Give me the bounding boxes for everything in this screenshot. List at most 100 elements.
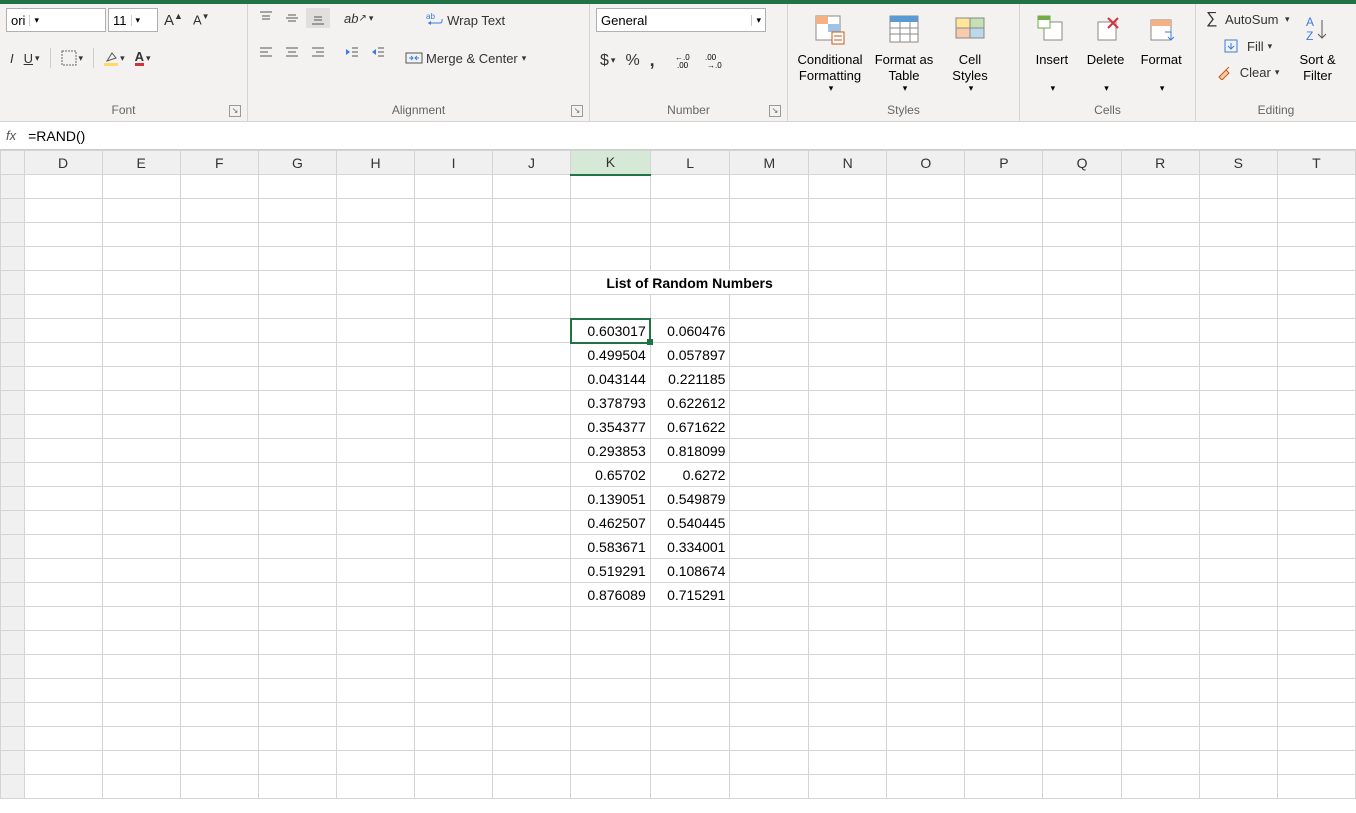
borders-button[interactable]: ▾ — [57, 48, 88, 68]
cell-P20[interactable] — [965, 631, 1043, 655]
cell-P13[interactable] — [965, 463, 1043, 487]
cell-G10[interactable] — [258, 391, 336, 415]
cell-F11[interactable] — [180, 415, 258, 439]
cell-R18[interactable] — [1121, 583, 1199, 607]
cell-O18[interactable] — [887, 583, 965, 607]
cell-M23[interactable] — [730, 703, 809, 727]
format-button[interactable]: Format▾ — [1133, 8, 1189, 96]
cell-E5[interactable] — [102, 271, 180, 295]
cell-E2[interactable] — [102, 199, 180, 223]
cell-H1[interactable] — [336, 175, 414, 199]
cell-T18[interactable] — [1277, 583, 1355, 607]
cell-P6[interactable] — [965, 295, 1043, 319]
cell-O25[interactable] — [887, 751, 965, 775]
cell-F8[interactable] — [180, 343, 258, 367]
column-header-T[interactable]: T — [1277, 151, 1355, 175]
column-header-O[interactable]: O — [887, 151, 965, 175]
cell-J18[interactable] — [493, 583, 571, 607]
cell-D1[interactable] — [24, 175, 102, 199]
cell-D4[interactable] — [24, 247, 102, 271]
cell-J14[interactable] — [493, 487, 571, 511]
cell-H12[interactable] — [336, 439, 414, 463]
cell-D15[interactable] — [24, 511, 102, 535]
cell-F9[interactable] — [180, 367, 258, 391]
cell-P9[interactable] — [965, 367, 1043, 391]
cell-H19[interactable] — [336, 607, 414, 631]
cell-M6[interactable] — [730, 295, 809, 319]
italic-button[interactable]: I — [6, 49, 18, 68]
align-top-button[interactable] — [254, 8, 278, 28]
column-header-N[interactable]: N — [809, 151, 887, 175]
cell-M12[interactable] — [730, 439, 809, 463]
cell-J11[interactable] — [493, 415, 571, 439]
cell-T14[interactable] — [1277, 487, 1355, 511]
cell-S2[interactable] — [1199, 199, 1277, 223]
cell-H6[interactable] — [336, 295, 414, 319]
comma-format-button[interactable]: , — [646, 48, 659, 73]
cell-N7[interactable] — [809, 319, 887, 343]
cell-K17[interactable]: 0.519291 — [571, 559, 651, 583]
cell-I26[interactable] — [415, 775, 493, 799]
cell-T15[interactable] — [1277, 511, 1355, 535]
autosum-button[interactable]: ∑ AutoSum ▾ — [1202, 8, 1294, 30]
cell-D25[interactable] — [24, 751, 102, 775]
cell-Q4[interactable] — [1043, 247, 1121, 271]
cell-O26[interactable] — [887, 775, 965, 799]
cell-K3[interactable] — [571, 223, 651, 247]
cell-I23[interactable] — [415, 703, 493, 727]
font-launcher[interactable]: ↘ — [229, 105, 241, 117]
cell-H26[interactable] — [336, 775, 414, 799]
align-bottom-button[interactable] — [306, 8, 330, 28]
cell-L20[interactable] — [650, 631, 730, 655]
cell-N20[interactable] — [809, 631, 887, 655]
cell-J26[interactable] — [493, 775, 571, 799]
cell-P18[interactable] — [965, 583, 1043, 607]
cell-T3[interactable] — [1277, 223, 1355, 247]
cell-E15[interactable] — [102, 511, 180, 535]
cell-E1[interactable] — [102, 175, 180, 199]
cell-T21[interactable] — [1277, 655, 1355, 679]
cell-S3[interactable] — [1199, 223, 1277, 247]
cell-Q8[interactable] — [1043, 343, 1121, 367]
cell-P11[interactable] — [965, 415, 1043, 439]
cell-T19[interactable] — [1277, 607, 1355, 631]
cell-P4[interactable] — [965, 247, 1043, 271]
cell-L8[interactable]: 0.057897 — [650, 343, 730, 367]
cell-K1[interactable] — [571, 175, 651, 199]
cell-G18[interactable] — [258, 583, 336, 607]
cell-K5[interactable]: List of Random Numbers — [571, 271, 809, 295]
cell-K14[interactable]: 0.139051 — [571, 487, 651, 511]
cell-Q15[interactable] — [1043, 511, 1121, 535]
cell-G23[interactable] — [258, 703, 336, 727]
cell-P25[interactable] — [965, 751, 1043, 775]
cell-O12[interactable] — [887, 439, 965, 463]
cell-T8[interactable] — [1277, 343, 1355, 367]
cell-R26[interactable] — [1121, 775, 1199, 799]
cell-O21[interactable] — [887, 655, 965, 679]
cell-R14[interactable] — [1121, 487, 1199, 511]
cell-F2[interactable] — [180, 199, 258, 223]
cell-G13[interactable] — [258, 463, 336, 487]
cell-P26[interactable] — [965, 775, 1043, 799]
cell-Q13[interactable] — [1043, 463, 1121, 487]
cell-S9[interactable] — [1199, 367, 1277, 391]
cell-T20[interactable] — [1277, 631, 1355, 655]
align-left-button[interactable] — [254, 42, 278, 62]
cell-F23[interactable] — [180, 703, 258, 727]
cell-F26[interactable] — [180, 775, 258, 799]
cell-J3[interactable] — [493, 223, 571, 247]
cell-N17[interactable] — [809, 559, 887, 583]
percent-format-button[interactable]: % — [621, 50, 643, 72]
cell-N25[interactable] — [809, 751, 887, 775]
alignment-launcher[interactable]: ↘ — [571, 105, 583, 117]
cell-S14[interactable] — [1199, 487, 1277, 511]
cell-T1[interactable] — [1277, 175, 1355, 199]
cell-E3[interactable] — [102, 223, 180, 247]
cell-O20[interactable] — [887, 631, 965, 655]
cell-styles-button[interactable]: Cell Styles▾ — [942, 8, 998, 96]
cell-O5[interactable] — [887, 271, 965, 295]
cell-I24[interactable] — [415, 727, 493, 751]
cell-E9[interactable] — [102, 367, 180, 391]
decrease-decimal-button[interactable]: .00→.0 — [701, 50, 729, 72]
cell-M22[interactable] — [730, 679, 809, 703]
